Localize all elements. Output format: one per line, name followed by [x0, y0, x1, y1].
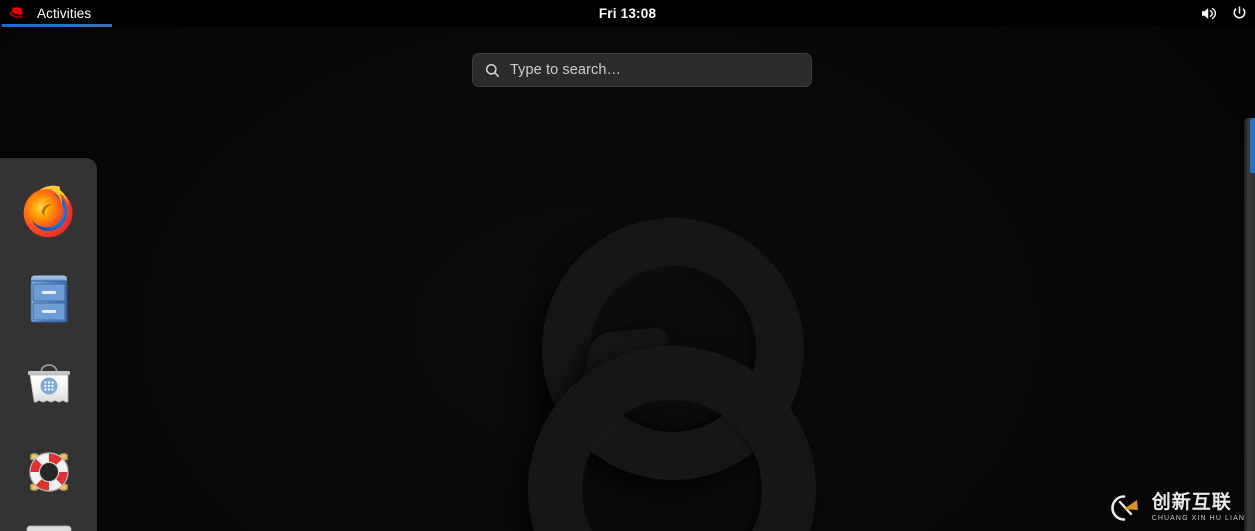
activities-label: Activities: [37, 6, 92, 21]
firefox-icon: [20, 182, 78, 240]
desktop-screen: Activities Fri 13:08 Type to search… 创新互…: [0, 0, 1255, 531]
dash-item-software[interactable]: [0, 341, 97, 428]
dash-item-help[interactable]: [0, 428, 97, 515]
power-icon[interactable]: [1232, 6, 1247, 21]
search-placeholder: Type to search…: [510, 62, 622, 78]
search-icon: [485, 63, 499, 77]
dash-item-firefox[interactable]: [0, 167, 97, 254]
dash-item-partial[interactable]: [0, 515, 97, 531]
shopping-bag-icon: [20, 356, 78, 414]
top-bar: Activities Fri 13:08: [0, 0, 1255, 27]
dash-dock: [0, 158, 97, 531]
workspace-switcher[interactable]: [1244, 118, 1255, 531]
volume-icon[interactable]: [1201, 6, 1218, 21]
workspace-active-indicator[interactable]: [1250, 118, 1255, 173]
clock-label[interactable]: Fri 13:08: [599, 6, 656, 21]
clock-area: Fri 13:08: [0, 0, 1255, 27]
activities-button[interactable]: Activities: [0, 0, 112, 27]
search-entry-wrapper[interactable]: Type to search…: [472, 53, 812, 87]
status-menu-area[interactable]: [1201, 0, 1247, 27]
file-cabinet-icon: [20, 269, 78, 327]
wallpaper-glyph-8: [511, 203, 832, 531]
dash-item-files[interactable]: [0, 254, 97, 341]
red-hat-logo-icon: [10, 6, 24, 18]
life-preserver-icon: [20, 443, 78, 501]
activities-active-indicator: [2, 24, 112, 27]
search-input[interactable]: Type to search…: [472, 53, 812, 87]
app-icon-partial: [20, 515, 78, 531]
